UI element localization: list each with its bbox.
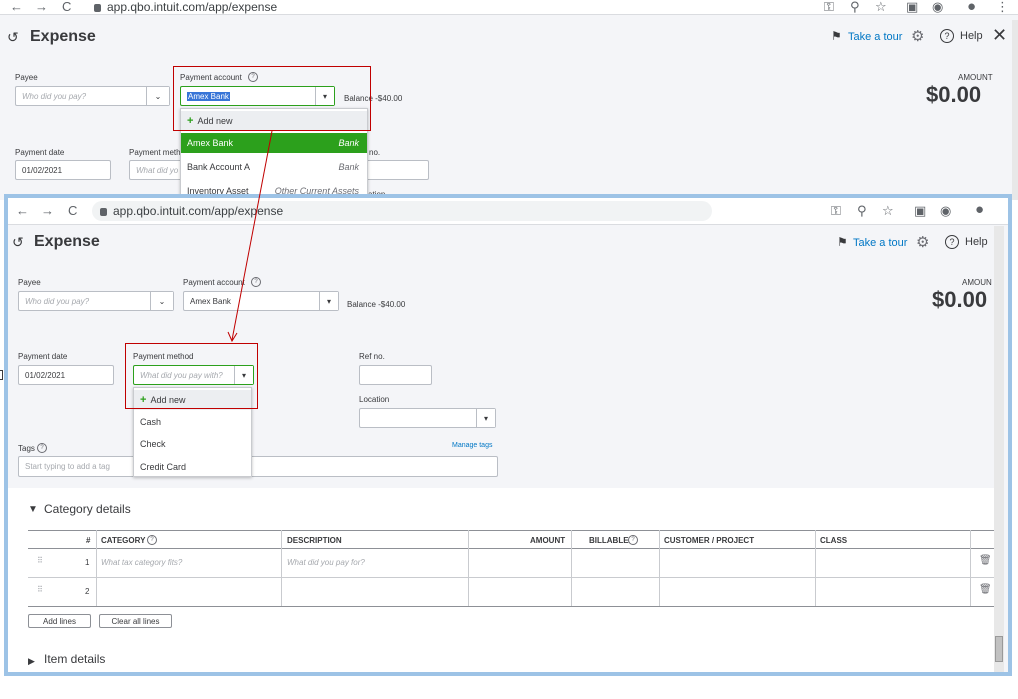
arrow-line (231, 130, 273, 341)
left-edge-mark (0, 370, 3, 380)
connector-arrow (227, 130, 273, 343)
